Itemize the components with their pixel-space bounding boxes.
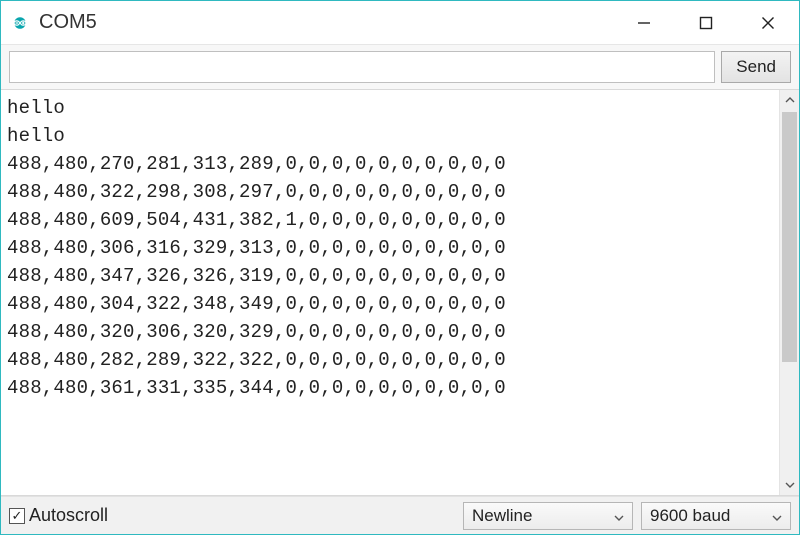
autoscroll-label: Autoscroll xyxy=(29,505,108,526)
minimize-icon xyxy=(637,16,651,30)
close-button[interactable] xyxy=(737,1,799,44)
send-row: Send xyxy=(1,45,799,90)
bottom-bar: Autoscroll Newline 9600 baud xyxy=(1,496,799,534)
maximize-icon xyxy=(699,16,713,30)
scroll-thumb[interactable] xyxy=(782,112,797,362)
scroll-up-arrow-icon[interactable] xyxy=(780,90,799,110)
arduino-logo-icon xyxy=(9,12,31,34)
chevron-up-icon xyxy=(785,97,795,103)
maximize-button[interactable] xyxy=(675,1,737,44)
checkbox-icon xyxy=(9,508,25,524)
chevron-down-icon xyxy=(610,506,628,526)
serial-send-input[interactable] xyxy=(9,51,715,83)
line-ending-value: Newline xyxy=(472,506,604,526)
window-controls xyxy=(613,1,799,44)
window-title: COM5 xyxy=(39,11,97,34)
send-button[interactable]: Send xyxy=(721,51,791,83)
minimize-button[interactable] xyxy=(613,1,675,44)
serial-monitor-window: COM5 Send hello hello 488,480,270,281,31… xyxy=(0,0,800,535)
chevron-down-icon xyxy=(785,482,795,488)
autoscroll-checkbox[interactable]: Autoscroll xyxy=(9,505,108,526)
line-ending-select[interactable]: Newline xyxy=(463,502,633,530)
titlebar: COM5 xyxy=(1,1,799,45)
serial-output: hello hello 488,480,270,281,313,289,0,0,… xyxy=(1,90,779,495)
scroll-down-arrow-icon[interactable] xyxy=(780,475,799,495)
baud-rate-select[interactable]: 9600 baud xyxy=(641,502,791,530)
console-area: hello hello 488,480,270,281,313,289,0,0,… xyxy=(1,90,799,496)
close-icon xyxy=(761,16,775,30)
baud-rate-value: 9600 baud xyxy=(650,506,762,526)
chevron-down-icon xyxy=(768,506,786,526)
vertical-scrollbar[interactable] xyxy=(779,90,799,495)
